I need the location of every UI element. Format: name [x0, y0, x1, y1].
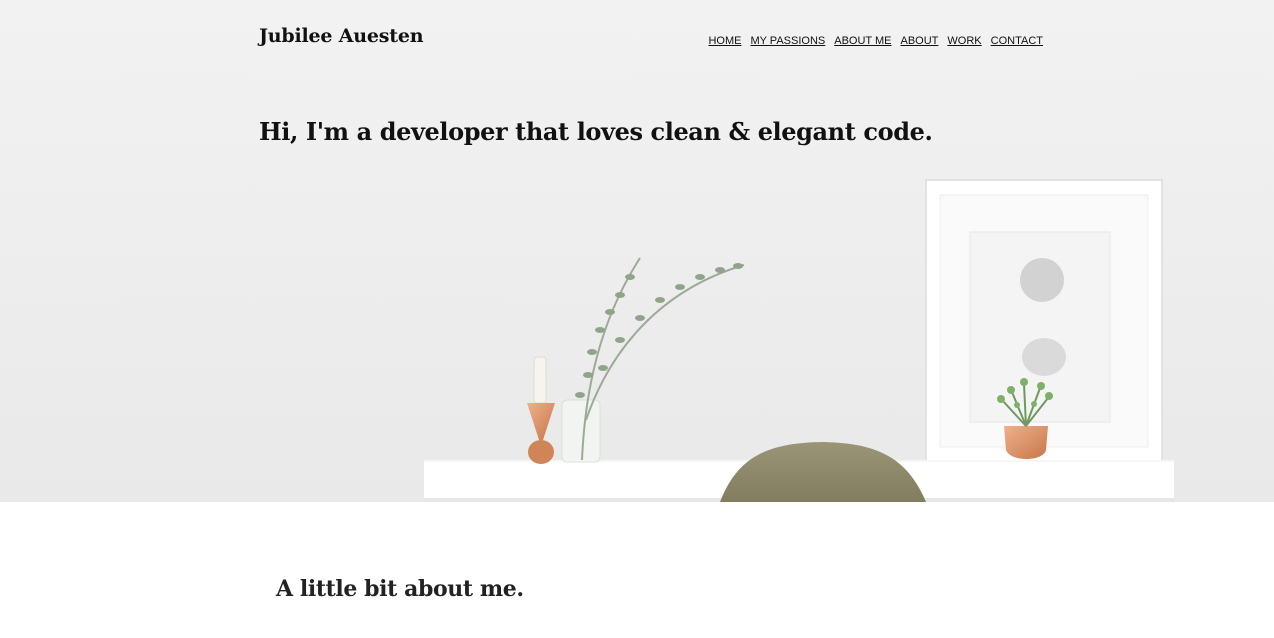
nav-link-about[interactable]: ABOUT	[901, 35, 939, 47]
site-title[interactable]: Jubilee Auesten	[259, 25, 424, 47]
nav-item-about-me: ABOUT ME	[834, 31, 891, 49]
nav-link-about-me[interactable]: ABOUT ME	[834, 35, 891, 47]
nav-item-about: ABOUT	[901, 31, 939, 49]
site-header: Jubilee Auesten HOME MY PASSIONS ABOUT M…	[259, 25, 1043, 55]
picture-frame	[925, 179, 1163, 463]
about-heading: A little bit about me.	[276, 576, 524, 602]
nav-link-home[interactable]: HOME	[708, 35, 741, 47]
hero-section: Jubilee Auesten HOME MY PASSIONS ABOUT M…	[0, 0, 1274, 502]
nav-link-contact[interactable]: CONTACT	[991, 35, 1043, 47]
nav-link-work[interactable]: WORK	[947, 35, 981, 47]
about-section: A little bit about me.	[0, 502, 1274, 638]
hero-heading: Hi, I'm a developer that loves clean & e…	[259, 117, 933, 146]
hero-background-image	[0, 0, 1274, 502]
nav-link-my-passions[interactable]: MY PASSIONS	[750, 35, 825, 47]
nav-item-contact: CONTACT	[991, 31, 1043, 49]
nav-item-work: WORK	[947, 31, 981, 49]
main-nav: HOME MY PASSIONS ABOUT ME ABOUT WORK CON…	[708, 31, 1043, 49]
nav-item-home: HOME	[708, 31, 741, 49]
nav-item-my-passions: MY PASSIONS	[750, 31, 825, 49]
